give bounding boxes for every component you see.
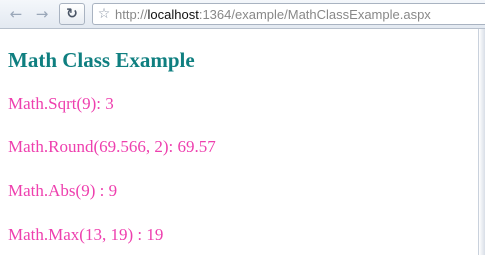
- reload-icon[interactable]: ↻: [59, 3, 85, 25]
- forward-arrow-icon[interactable]: →: [30, 3, 54, 25]
- url-path: :1364/example/MathClassExample.aspx: [198, 6, 431, 22]
- result-line-round: Math.Round(69.566, 2): 69.57: [8, 137, 216, 156]
- url-text: http://localhost:1364/example/MathClassE…: [115, 7, 431, 22]
- result-line-abs: Math.Abs(9) : 9: [8, 181, 118, 200]
- star-icon[interactable]: ☆: [93, 6, 115, 22]
- result-line-max: Math.Max(13, 19) : 19: [8, 225, 164, 244]
- url-protocol: http://: [115, 6, 148, 22]
- browser-toolbar: ← → ↻ ☆ http://localhost:1364/example/Ma…: [0, 0, 485, 29]
- back-arrow-icon[interactable]: ←: [4, 3, 28, 25]
- result-line-sqrt: Math.Sqrt(9): 3: [8, 94, 114, 113]
- address-bar[interactable]: ☆ http://localhost:1364/example/MathClas…: [92, 3, 485, 25]
- window-right-edge: [478, 29, 485, 255]
- url-host: localhost: [147, 6, 199, 22]
- page-title: Math Class Example: [8, 48, 195, 72]
